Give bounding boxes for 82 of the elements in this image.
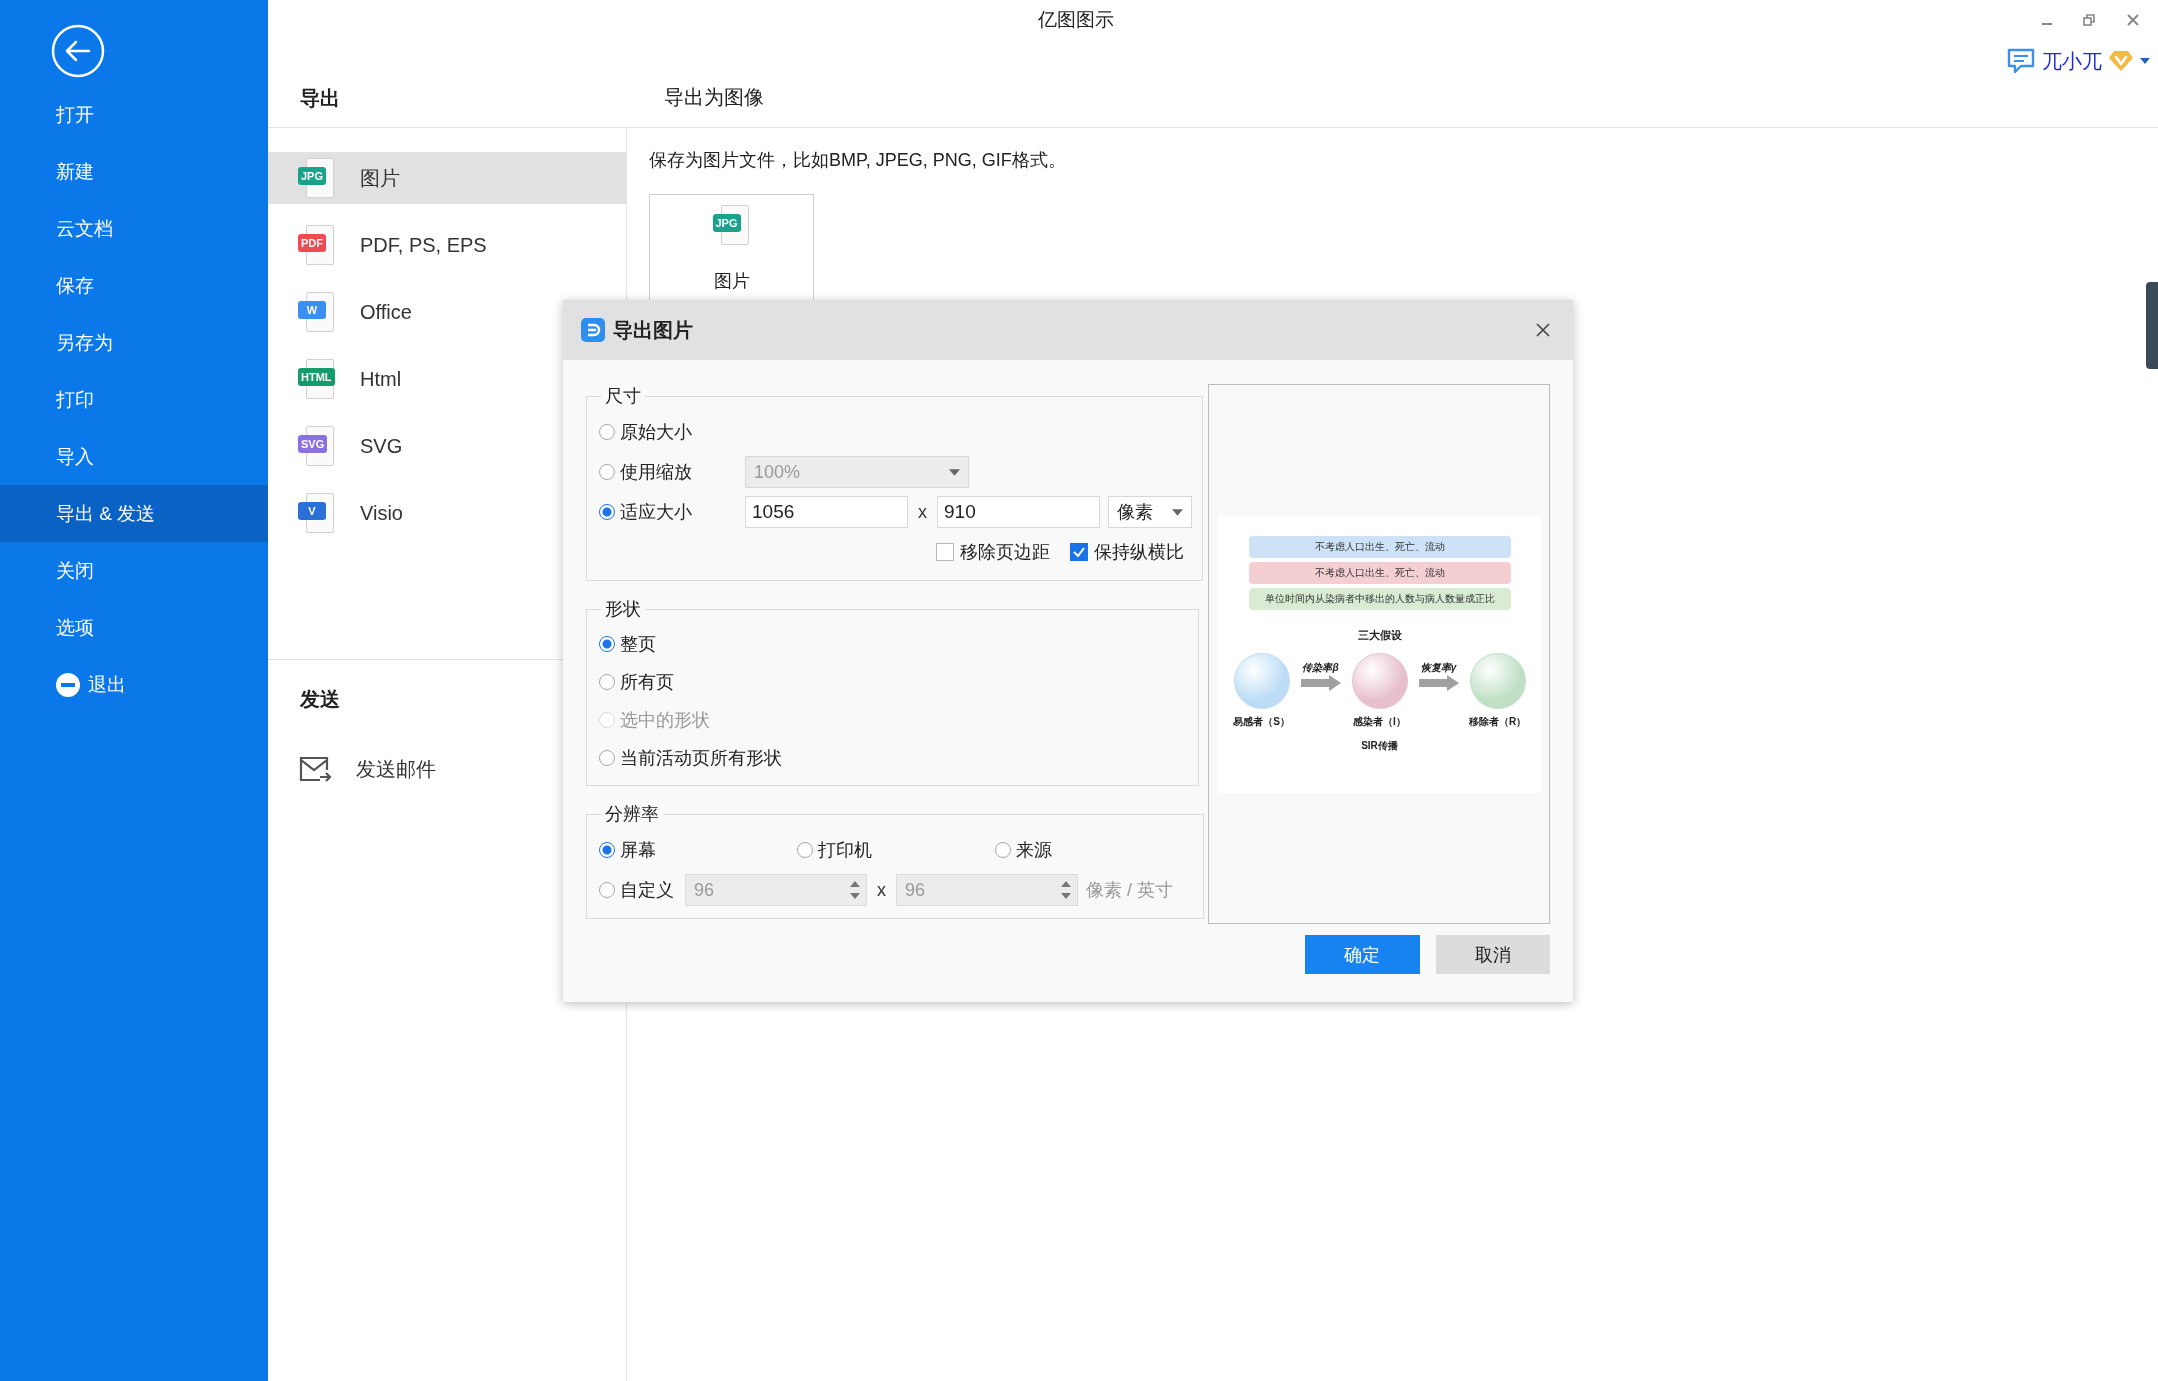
checkbox[interactable] (1070, 543, 1088, 561)
arrow-icon (1418, 675, 1459, 691)
arrow-icon (1300, 675, 1341, 691)
cancel-button[interactable]: 取消 (1435, 935, 1550, 974)
option-label: 整页 (620, 633, 656, 656)
sidebar-item[interactable]: 打开 (0, 86, 268, 143)
arrow-label: 恢复率γ (1420, 661, 1457, 675)
close-icon (1535, 322, 1551, 338)
caret-icon[interactable] (2140, 58, 2150, 64)
radio-button[interactable] (599, 636, 615, 652)
side-handle[interactable] (2146, 282, 2158, 369)
group-label: 尺寸 (604, 385, 642, 408)
caret-icon (1172, 508, 1183, 516)
note-box: 单位时间内从染病者中移出的人数与病人数量成正比 (1248, 588, 1511, 610)
node-label: 感染者（I） (1353, 715, 1406, 729)
unit-label: 像素 / 英寸 (1086, 879, 1173, 902)
app-logo-icon (581, 318, 605, 342)
option-label: 适应大小 (620, 501, 692, 524)
radio-button[interactable] (599, 842, 615, 858)
option-label: 所有页 (620, 671, 674, 694)
node-label: 移除者（R） (1468, 715, 1527, 729)
note-box: 不考虑人口出生、死亡、流动 (1248, 562, 1511, 584)
section-heading: 发送 (300, 687, 340, 712)
option-label: 使用缩放 (620, 461, 692, 484)
back-button[interactable] (51, 24, 105, 78)
option-label: 屏幕 (620, 839, 656, 862)
envelope-icon (298, 754, 332, 784)
radio-button[interactable] (599, 424, 615, 440)
option-label: 当前活动页所有形状 (620, 747, 782, 770)
node-label: 易感者（S） (1233, 715, 1290, 729)
sidebar-item[interactable]: 另存为 (0, 314, 268, 371)
option-label: 自定义 (620, 879, 674, 902)
sidebar-item[interactable]: 选项 (0, 599, 268, 656)
format-item[interactable]: JPG 图片 (268, 152, 626, 204)
sidebar-item[interactable]: 导出 & 发送 (0, 485, 268, 542)
times-sign: x (877, 879, 886, 901)
height-field[interactable]: 910 (937, 496, 1100, 528)
unit-dropdown[interactable]: 像素 (1108, 496, 1192, 528)
sidebar-item[interactable]: 云文档 (0, 200, 268, 257)
option-label: 来源 (1016, 839, 1052, 862)
group-label: 形状 (604, 598, 642, 621)
restore-icon (2082, 13, 2096, 27)
minimize-icon (2042, 23, 2052, 25)
close-icon (2126, 13, 2140, 27)
window-title: 亿图图示 (1038, 8, 1114, 32)
ok-button[interactable]: 确定 (1305, 935, 1420, 974)
chat-icon[interactable] (2006, 47, 2036, 75)
radio-button[interactable] (599, 504, 615, 520)
description-text: 保存为图片文件，比如BMP, JPEG, PNG, GIF格式。 (649, 149, 1067, 172)
sidebar-item[interactable]: 关闭 (0, 542, 268, 599)
radio-button[interactable] (599, 674, 615, 690)
option-label: 选中的形状 (620, 709, 710, 732)
caret-icon (949, 468, 960, 476)
sidebar-item[interactable]: 新建 (0, 143, 268, 200)
page-heading: 导出为图像 (663, 85, 764, 110)
radio-button[interactable] (797, 842, 813, 858)
radio-button[interactable] (599, 750, 615, 766)
diagram-title: 三大假设 (1357, 628, 1402, 643)
dialog-title: 导出图片 (613, 317, 693, 343)
sidebar-item[interactable]: 打印 (0, 371, 268, 428)
checkbox-label: 移除页边距 (960, 541, 1050, 564)
sidebar-item[interactable]: 导入 (0, 428, 268, 485)
group-label: 分辨率 (604, 803, 660, 826)
user-name[interactable]: 兀小兀 (2042, 47, 2102, 75)
option-label: 原始大小 (620, 421, 692, 444)
note-box: 不考虑人口出生、死亡、流动 (1248, 536, 1511, 558)
minus-circle-icon (56, 672, 80, 697)
sidebar-item[interactable]: 退出 (0, 656, 268, 713)
radio-button[interactable] (599, 464, 615, 480)
diagram-caption: SIR传播 (1361, 739, 1398, 753)
arrow-label: 传染率β (1302, 661, 1339, 675)
section-heading: 导出 (300, 87, 340, 109)
radio-button[interactable] (995, 842, 1011, 858)
radio-button[interactable] (599, 882, 615, 898)
sidebar-item[interactable]: 保存 (0, 257, 268, 314)
checkbox[interactable] (936, 543, 954, 561)
option-label: 打印机 (818, 839, 872, 862)
diamond-icon (2108, 49, 2134, 73)
checkbox-label: 保持纵横比 (1094, 541, 1184, 564)
width-field[interactable]: 1056 (745, 496, 908, 528)
times-sign: x (918, 501, 927, 523)
format-item[interactable]: PDF PDF, PS, EPS (268, 219, 626, 271)
